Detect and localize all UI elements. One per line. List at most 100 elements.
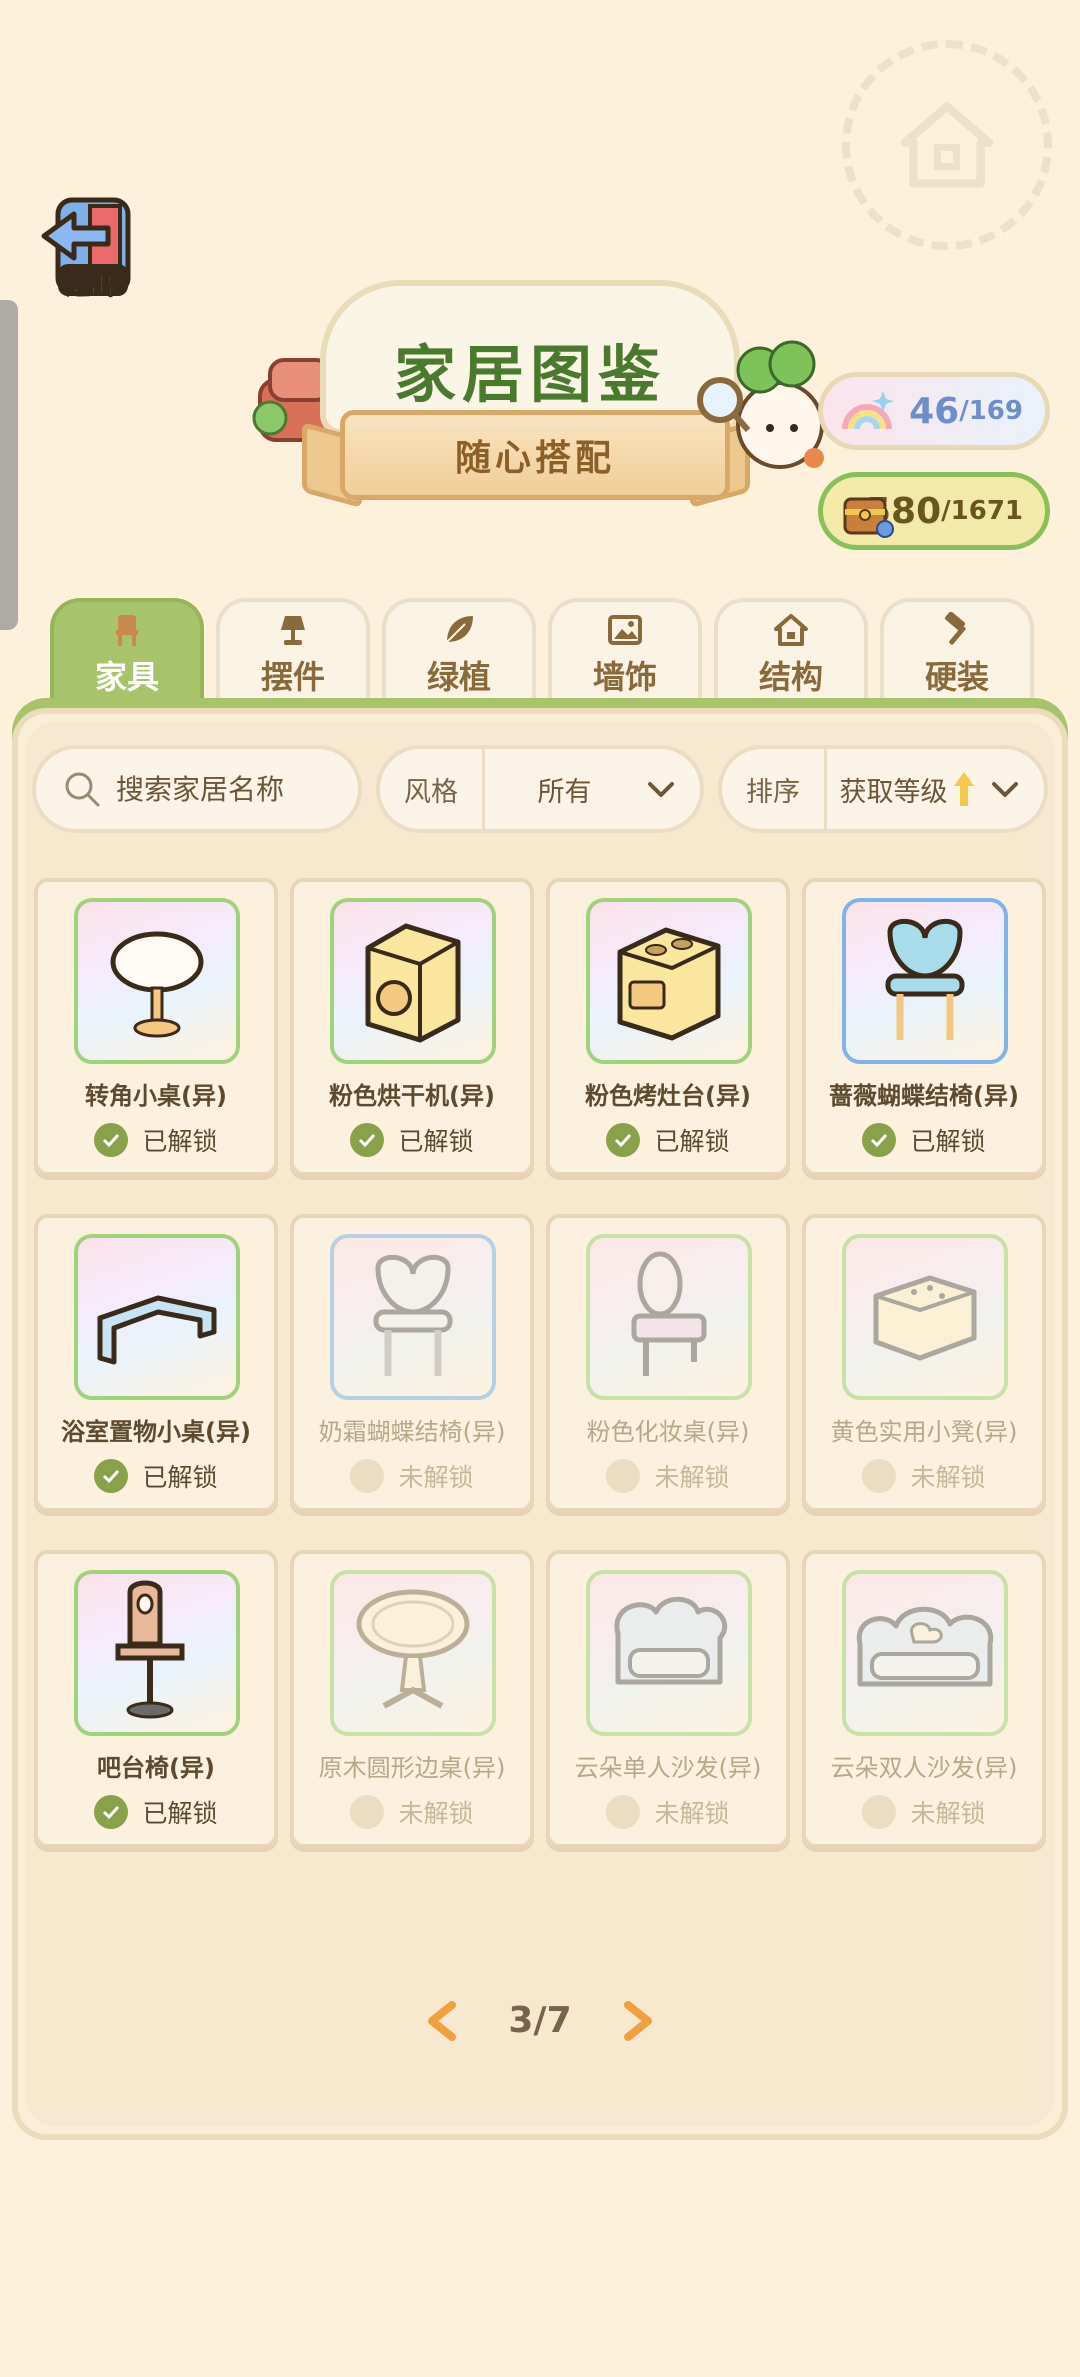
item-status: 未解锁 — [294, 1458, 530, 1494]
sort-label: 排序 — [722, 749, 827, 829]
item-name: 粉色烤灶台(异) — [585, 1082, 751, 1110]
side-table-icon — [356, 1589, 470, 1709]
item-status-label: 已解锁 — [142, 1463, 218, 1492]
item-status-label: 未解锁 — [654, 1463, 730, 1492]
check-icon — [606, 1123, 641, 1157]
stool-icon — [873, 1275, 977, 1361]
bun-mascot-icon — [697, 340, 824, 469]
tab-plants[interactable]: 绿植 — [382, 598, 536, 708]
next-page-arrow-icon[interactable] — [620, 2000, 656, 2041]
page-indicator: 3/7 — [508, 2000, 572, 2041]
lock-dot-icon — [350, 1795, 385, 1829]
item-thumbnail — [842, 1234, 1008, 1400]
check-icon — [862, 1123, 897, 1157]
lamp-icon — [281, 616, 305, 645]
item-card[interactable]: 转角小桌(异) 已解锁 — [34, 878, 278, 1176]
check-icon — [94, 1459, 129, 1493]
item-name: 粉色烘干机(异) — [329, 1082, 495, 1110]
picture-icon — [608, 615, 642, 645]
item-card[interactable]: 粉色烤灶台(异) 已解锁 — [546, 878, 790, 1176]
tab-furniture[interactable]: 家具 — [50, 598, 204, 708]
style-filter-value: 所有 — [537, 776, 592, 808]
leaf-icon — [446, 616, 473, 643]
item-card[interactable]: 浴室置物小桌(异) 已解锁 — [34, 1214, 278, 1512]
item-name: 蔷薇蝴蝶结椅(异) — [829, 1082, 1019, 1110]
item-status-label: 未解锁 — [654, 1799, 730, 1828]
item-thumbnail — [586, 898, 752, 1064]
item-status: 已解锁 — [38, 1122, 274, 1158]
item-thumbnail — [330, 898, 496, 1064]
item-status: 已解锁 — [38, 1458, 274, 1494]
subtitle-ribbon: 随心搭配 — [340, 410, 730, 500]
title-banner: 家居图鉴 随心搭配 — [250, 280, 824, 530]
item-card[interactable]: 云朵单人沙发(异) 未解锁 — [546, 1550, 790, 1848]
item-card[interactable]: 粉色化妆桌(异) 未解锁 — [546, 1214, 790, 1512]
item-status: 已解锁 — [806, 1122, 1042, 1158]
lock-dot-icon — [606, 1795, 641, 1829]
check-icon — [94, 1795, 129, 1829]
item-thumbnail — [330, 1234, 496, 1400]
stove-icon — [617, 927, 721, 1041]
chair-icon — [116, 615, 138, 646]
item-status: 未解锁 — [550, 1794, 786, 1830]
points-total: /1671 — [941, 496, 1023, 526]
item-name: 云朵双人沙发(异) — [830, 1754, 1018, 1782]
style-filter-label: 风格 — [380, 749, 485, 829]
tab-hardware[interactable]: 硬装 — [880, 598, 1034, 708]
previous-page-arrow-icon[interactable] — [424, 2000, 460, 2041]
bow-chair-icon — [885, 918, 965, 1040]
sort-dropdown[interactable]: 排序 获取等级 — [718, 745, 1048, 833]
item-thumbnail — [330, 1570, 496, 1736]
dryer-icon — [365, 923, 461, 1043]
tab-structure[interactable]: 结构 — [714, 598, 868, 708]
item-card[interactable]: 黄色实用小凳(异) 未解锁 — [802, 1214, 1046, 1512]
pagination: 3/7 — [0, 2000, 1080, 2041]
search-box[interactable] — [32, 745, 362, 833]
item-status-label: 未解锁 — [910, 1463, 986, 1492]
item-status: 已解锁 — [38, 1794, 274, 1830]
lock-dot-icon — [606, 1459, 641, 1493]
item-status-label: 已解锁 — [142, 1127, 218, 1156]
item-status-label: 已解锁 — [398, 1127, 474, 1156]
rainbow-icon — [842, 391, 894, 430]
lock-dot-icon — [350, 1459, 385, 1493]
item-card[interactable]: 粉色烘干机(异) 已解锁 — [290, 878, 534, 1176]
item-card[interactable]: 奶霜蝴蝶结椅(异) 未解锁 — [290, 1214, 534, 1512]
tab-label: 绿植 — [426, 658, 491, 696]
item-name: 原木圆形边桌(异) — [318, 1754, 506, 1782]
item-thumbnail — [586, 1234, 752, 1400]
item-status: 未解锁 — [806, 1458, 1042, 1494]
tab-wall-decor[interactable]: 墙饰 — [548, 598, 702, 708]
lock-dot-icon — [862, 1459, 897, 1493]
sort-value: 获取等级 — [839, 776, 948, 808]
item-card[interactable]: 云朵双人沙发(异) 未解锁 — [802, 1550, 1046, 1848]
item-status-label: 已解锁 — [910, 1127, 986, 1156]
tab-label: 墙饰 — [592, 658, 657, 696]
hammer-icon — [944, 612, 966, 645]
item-name: 黄色实用小凳(异) — [830, 1418, 1018, 1446]
item-name: 云朵单人沙发(异) — [574, 1754, 762, 1782]
tab-label: 摆件 — [260, 658, 325, 696]
tab-ornaments[interactable]: 摆件 — [216, 598, 370, 708]
item-card[interactable]: 吧台椅(异) 已解锁 — [34, 1550, 278, 1848]
sort-value-wrap: 获取等级 — [827, 770, 988, 809]
item-thumbnail — [74, 898, 240, 1064]
item-name: 转角小桌(异) — [85, 1082, 227, 1110]
item-status-label: 未解锁 — [910, 1799, 986, 1828]
search-icon — [65, 772, 100, 807]
collected-total: /169 — [959, 396, 1023, 426]
tab-label: 硬装 — [924, 658, 989, 696]
style-filter-dropdown[interactable]: 风格 所有 — [376, 745, 704, 833]
search-input[interactable] — [116, 772, 356, 806]
cloud-sofa-icon — [856, 1606, 994, 1687]
item-thumbnail — [842, 898, 1008, 1064]
exit-button[interactable]: 退出 — [38, 192, 146, 304]
item-card[interactable]: 蔷薇蝴蝶结椅(异) 已解锁 — [802, 878, 1046, 1176]
exit-label: 退出 — [66, 272, 115, 301]
item-thumbnail — [842, 1570, 1008, 1736]
tab-label: 结构 — [758, 658, 823, 696]
item-name: 奶霜蝴蝶结椅(异) — [318, 1418, 506, 1446]
item-card[interactable]: 原木圆形边桌(异) 未解锁 — [290, 1550, 534, 1848]
collected-count: 46 — [909, 390, 960, 432]
category-tabs: 家具 摆件 绿植 墙饰 结构 硬装 — [50, 598, 1040, 708]
